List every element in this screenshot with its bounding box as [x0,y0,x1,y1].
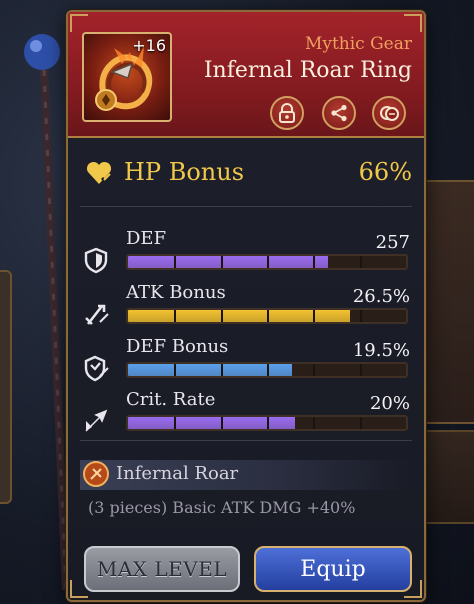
sub-stat-value: 26.5% [352,286,410,307]
frame-corner [70,580,88,598]
lock-icon [279,103,295,123]
item-level-badge: +16 [132,36,166,55]
share-button[interactable] [322,96,356,130]
sub-stat-value: 257 [375,232,410,253]
lock-button[interactable] [270,96,304,130]
set-bonus-row: Infernal Roar [80,460,412,490]
sub-stat-bar-fill [128,256,329,268]
sub-stat-bar [126,415,408,431]
bar-segment-divider [359,310,362,322]
bar-segment-divider [313,364,316,376]
background-left-panel [0,270,12,504]
sub-stat-bar-fill [128,417,295,429]
max-level-button[interactable]: MAX LEVEL [84,546,240,592]
set-bonus-name: Infernal Roar [116,463,239,484]
sub-stat-row: Crit. Rate 20% [68,389,424,441]
bar-segment-divider [313,310,316,322]
bar-segment-divider [220,364,223,376]
sword-bonus-icon [85,304,109,325]
bar-segment-divider [313,417,316,429]
sub-stat-bar [126,308,408,324]
bar-segment-divider [313,256,316,268]
infernal-roar-set-icon [83,461,109,487]
sub-stat-bar-fill [128,310,351,322]
sub-stat-label: DEF Bonus [126,336,229,357]
sub-stat-row: DEF 257 [68,228,424,280]
bar-segment-divider [220,417,223,429]
sub-stat-row: ATK Bonus 26.5% [68,282,424,334]
bar-segment-divider [359,364,362,376]
frame-corner [404,14,422,32]
crit-arrow-icon [85,409,108,432]
bar-segment-divider [174,417,177,429]
shield-bonus-icon [84,355,109,382]
bar-segment-divider [267,364,269,376]
sub-stat-bar [126,254,408,270]
share-icon [331,104,347,122]
background-side-panel-lower [420,430,474,524]
sub-stat-label: Crit. Rate [126,389,216,410]
bar-segment-divider [174,256,177,268]
bar-segment-divider [267,417,269,429]
frame-corner [70,14,88,32]
bar-segment-divider [267,310,269,322]
main-stat-row: HP Bonus 66% [68,152,424,196]
main-stat-label: HP Bonus [124,158,245,186]
divider [80,440,412,441]
sub-stat-row: DEF Bonus 19.5% [68,336,424,388]
equip-button[interactable]: Equip [254,546,412,592]
bar-segment-divider [220,310,223,322]
background-side-panel [420,180,474,424]
sub-stat-label: ATK Bonus [126,282,226,303]
gear-header: +16 Mythic Gear Infernal Roar Ring [68,12,424,138]
heart-bonus-icon [86,161,112,188]
item-name: Infernal Roar Ring [203,58,412,83]
bar-segment-divider [267,256,269,268]
bar-segment-divider [220,256,223,268]
sub-stat-label: DEF [126,228,167,249]
sub-stat-value: 20% [369,393,410,414]
bar-segment-divider [174,364,177,376]
frame-corner [404,580,422,598]
divider [80,206,412,207]
shield-icon [84,247,108,274]
sub-stat-bar [126,362,408,378]
bar-segment-divider [359,417,362,429]
gear-detail-card: +16 Mythic Gear Infernal Roar Ring HP Bo… [66,10,426,602]
item-thumbnail[interactable]: +16 [82,32,172,122]
set-bonus-description: (3 pieces) Basic ATK DMG +40% [88,498,356,517]
bar-segment-divider [359,256,362,268]
sub-stat-value: 19.5% [352,340,410,361]
coins-icon [380,106,399,121]
bar-segment-divider [174,310,177,322]
main-stat-value: 66% [358,158,412,186]
sell-button[interactable] [372,96,406,130]
item-rarity: Mythic Gear [304,34,412,54]
